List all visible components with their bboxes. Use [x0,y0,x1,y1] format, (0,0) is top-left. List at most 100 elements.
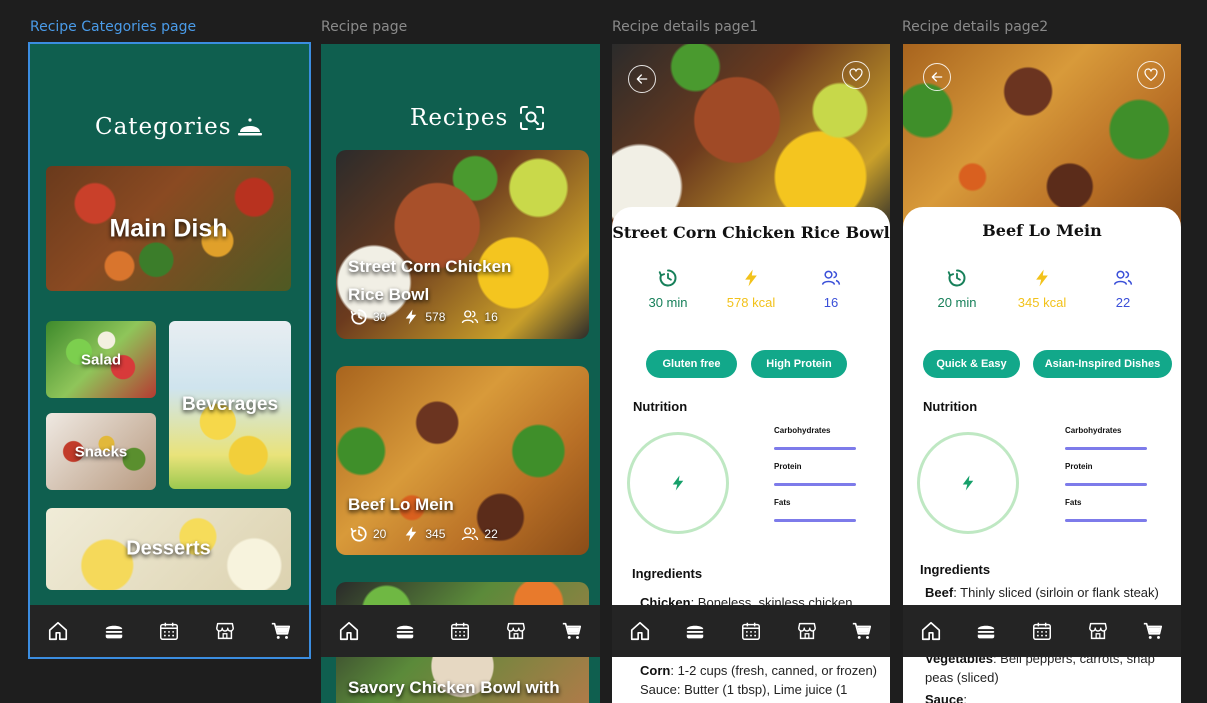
calendar-icon[interactable] [1030,619,1054,643]
users-icon [821,268,841,288]
burger-icon[interactable] [974,619,998,643]
bolt-icon [1032,268,1052,288]
tag-high-protein[interactable]: High Protein [751,350,847,378]
ingredient-item: Corn: 1-2 cups (fresh, canned, or frozen… [640,661,877,680]
metric-kcal-value: 578 kcal [726,295,776,310]
tag-asian-inspired[interactable]: Asian-Inspired Dishes [1033,350,1172,378]
category-label: Snacks [74,443,128,460]
tag-gluten-free[interactable]: Gluten free [646,350,737,378]
ingredient-name: Sauce [925,692,964,703]
users-icon [461,308,479,326]
recipe-time: 30 [373,310,387,324]
clock-icon [658,268,678,288]
ingredients-heading: Ingredients [632,566,703,581]
metric-kcal: 345 kcal [1007,267,1077,310]
recipe-card-stats: 20 345 22 [350,525,498,543]
favorite-button[interactable] [842,61,870,89]
recipe-card-beef-lo-mein[interactable]: Beef Lo Mein 20 345 22 [336,366,589,555]
frame-label-details2[interactable]: Recipe details page2 [902,19,1048,35]
heart-icon [848,67,864,83]
ingredient-name: Corn [640,663,671,678]
ingredient-desc: : Thinly sliced (sirloin or flank steak) [953,585,1159,600]
clock-icon [947,268,967,288]
recipe-card-title: Street Corn Chicken Rice Bowl [348,253,511,309]
metric-time-value: 20 min [937,295,977,310]
bolt-icon [669,474,687,492]
cart-icon[interactable] [269,619,293,643]
calendar-icon[interactable] [448,619,472,643]
recipe-servings: 22 [484,527,498,541]
cart-icon[interactable] [850,619,874,643]
cart-icon[interactable] [1141,619,1165,643]
scan-search-icon[interactable] [519,105,545,131]
burger-icon[interactable] [102,619,126,643]
arrow-left-icon [634,71,650,87]
recipe-details-screen-1: Street Corn Chicken Rice Bowl 30 min 578… [612,44,890,703]
metric-time-value: 30 min [648,295,688,310]
recipe-details-screen-2: Beef Lo Mein 20 min 345 kcal 22 Quick & … [903,44,1181,703]
calendar-icon[interactable] [739,619,763,643]
ingredient-item: Sauce: [925,690,967,703]
recipe-title-line2: Rice Bowl [348,285,430,304]
bottom-nav [612,605,890,657]
page-title: Categories [95,114,232,140]
bottom-nav [321,605,600,657]
bottom-nav [30,605,309,657]
nutrient-label: Fats [1065,498,1082,507]
recipe-card-street-corn[interactable]: Street Corn Chicken Rice Bowl 30 578 16 [336,150,589,339]
cart-icon[interactable] [560,619,584,643]
metric-servings-value: 16 [823,295,839,310]
burger-icon[interactable] [683,619,707,643]
home-icon[interactable] [46,619,70,643]
cloche-icon[interactable] [238,117,262,137]
clock-icon [350,525,368,543]
users-icon [1113,268,1133,288]
recipe-card-title: Beef Lo Mein [348,495,454,514]
calendar-icon[interactable] [157,619,181,643]
recipe-title: Beef Lo Mein [982,221,1102,240]
recipe-title: Street Corn Chicken Rice Bowl [612,223,890,242]
nutrition-heading: Nutrition [633,399,688,414]
nutrition-heading: Nutrition [923,399,978,414]
category-main-dish[interactable]: Main Dish [46,166,291,291]
home-icon[interactable] [919,619,943,643]
favorite-button[interactable] [1137,61,1165,89]
recipe-title-line1: Street Corn Chicken [348,257,512,276]
category-snacks[interactable]: Snacks [46,413,156,490]
metric-servings: 16 [796,267,866,310]
nutrient-label: Fats [774,498,791,507]
store-icon[interactable] [1086,619,1110,643]
store-icon[interactable] [213,619,237,643]
tag-quick-easy[interactable]: Quick & Easy [923,350,1020,378]
nutrient-bar-carbohydrates [774,447,856,450]
burger-icon[interactable] [393,619,417,643]
bolt-icon [402,525,420,543]
nutrient-bar-carbohydrates [1065,447,1147,450]
store-icon[interactable] [504,619,528,643]
home-icon[interactable] [337,619,361,643]
metric-time: 20 min [922,267,992,310]
arrow-left-icon [929,69,945,85]
category-desserts[interactable]: Desserts [46,508,291,590]
nutrient-label: Carbohydrates [774,426,831,435]
nutrient-bar-protein [774,483,856,486]
recipe-time: 20 [373,527,387,541]
category-salad[interactable]: Salad [46,321,156,398]
frame-label-categories[interactable]: Recipe Categories page [30,19,196,35]
back-button[interactable] [923,63,951,91]
recipe-card-stats: 30 578 16 [350,308,498,326]
nutrition-ring [917,432,1019,534]
frame-label-details1[interactable]: Recipe details page1 [612,19,758,35]
category-beverages[interactable]: Beverages [169,321,291,489]
frame-label-recipe[interactable]: Recipe page [321,19,407,35]
home-icon[interactable] [628,619,652,643]
category-label: Beverages [181,394,279,415]
back-button[interactable] [628,65,656,93]
store-icon[interactable] [795,619,819,643]
bolt-icon [741,268,761,288]
metric-time: 30 min [633,267,703,310]
metric-servings-value: 22 [1115,295,1131,310]
bolt-icon [959,474,977,492]
nutrient-bar-fats [1065,519,1147,522]
bolt-icon [402,308,420,326]
